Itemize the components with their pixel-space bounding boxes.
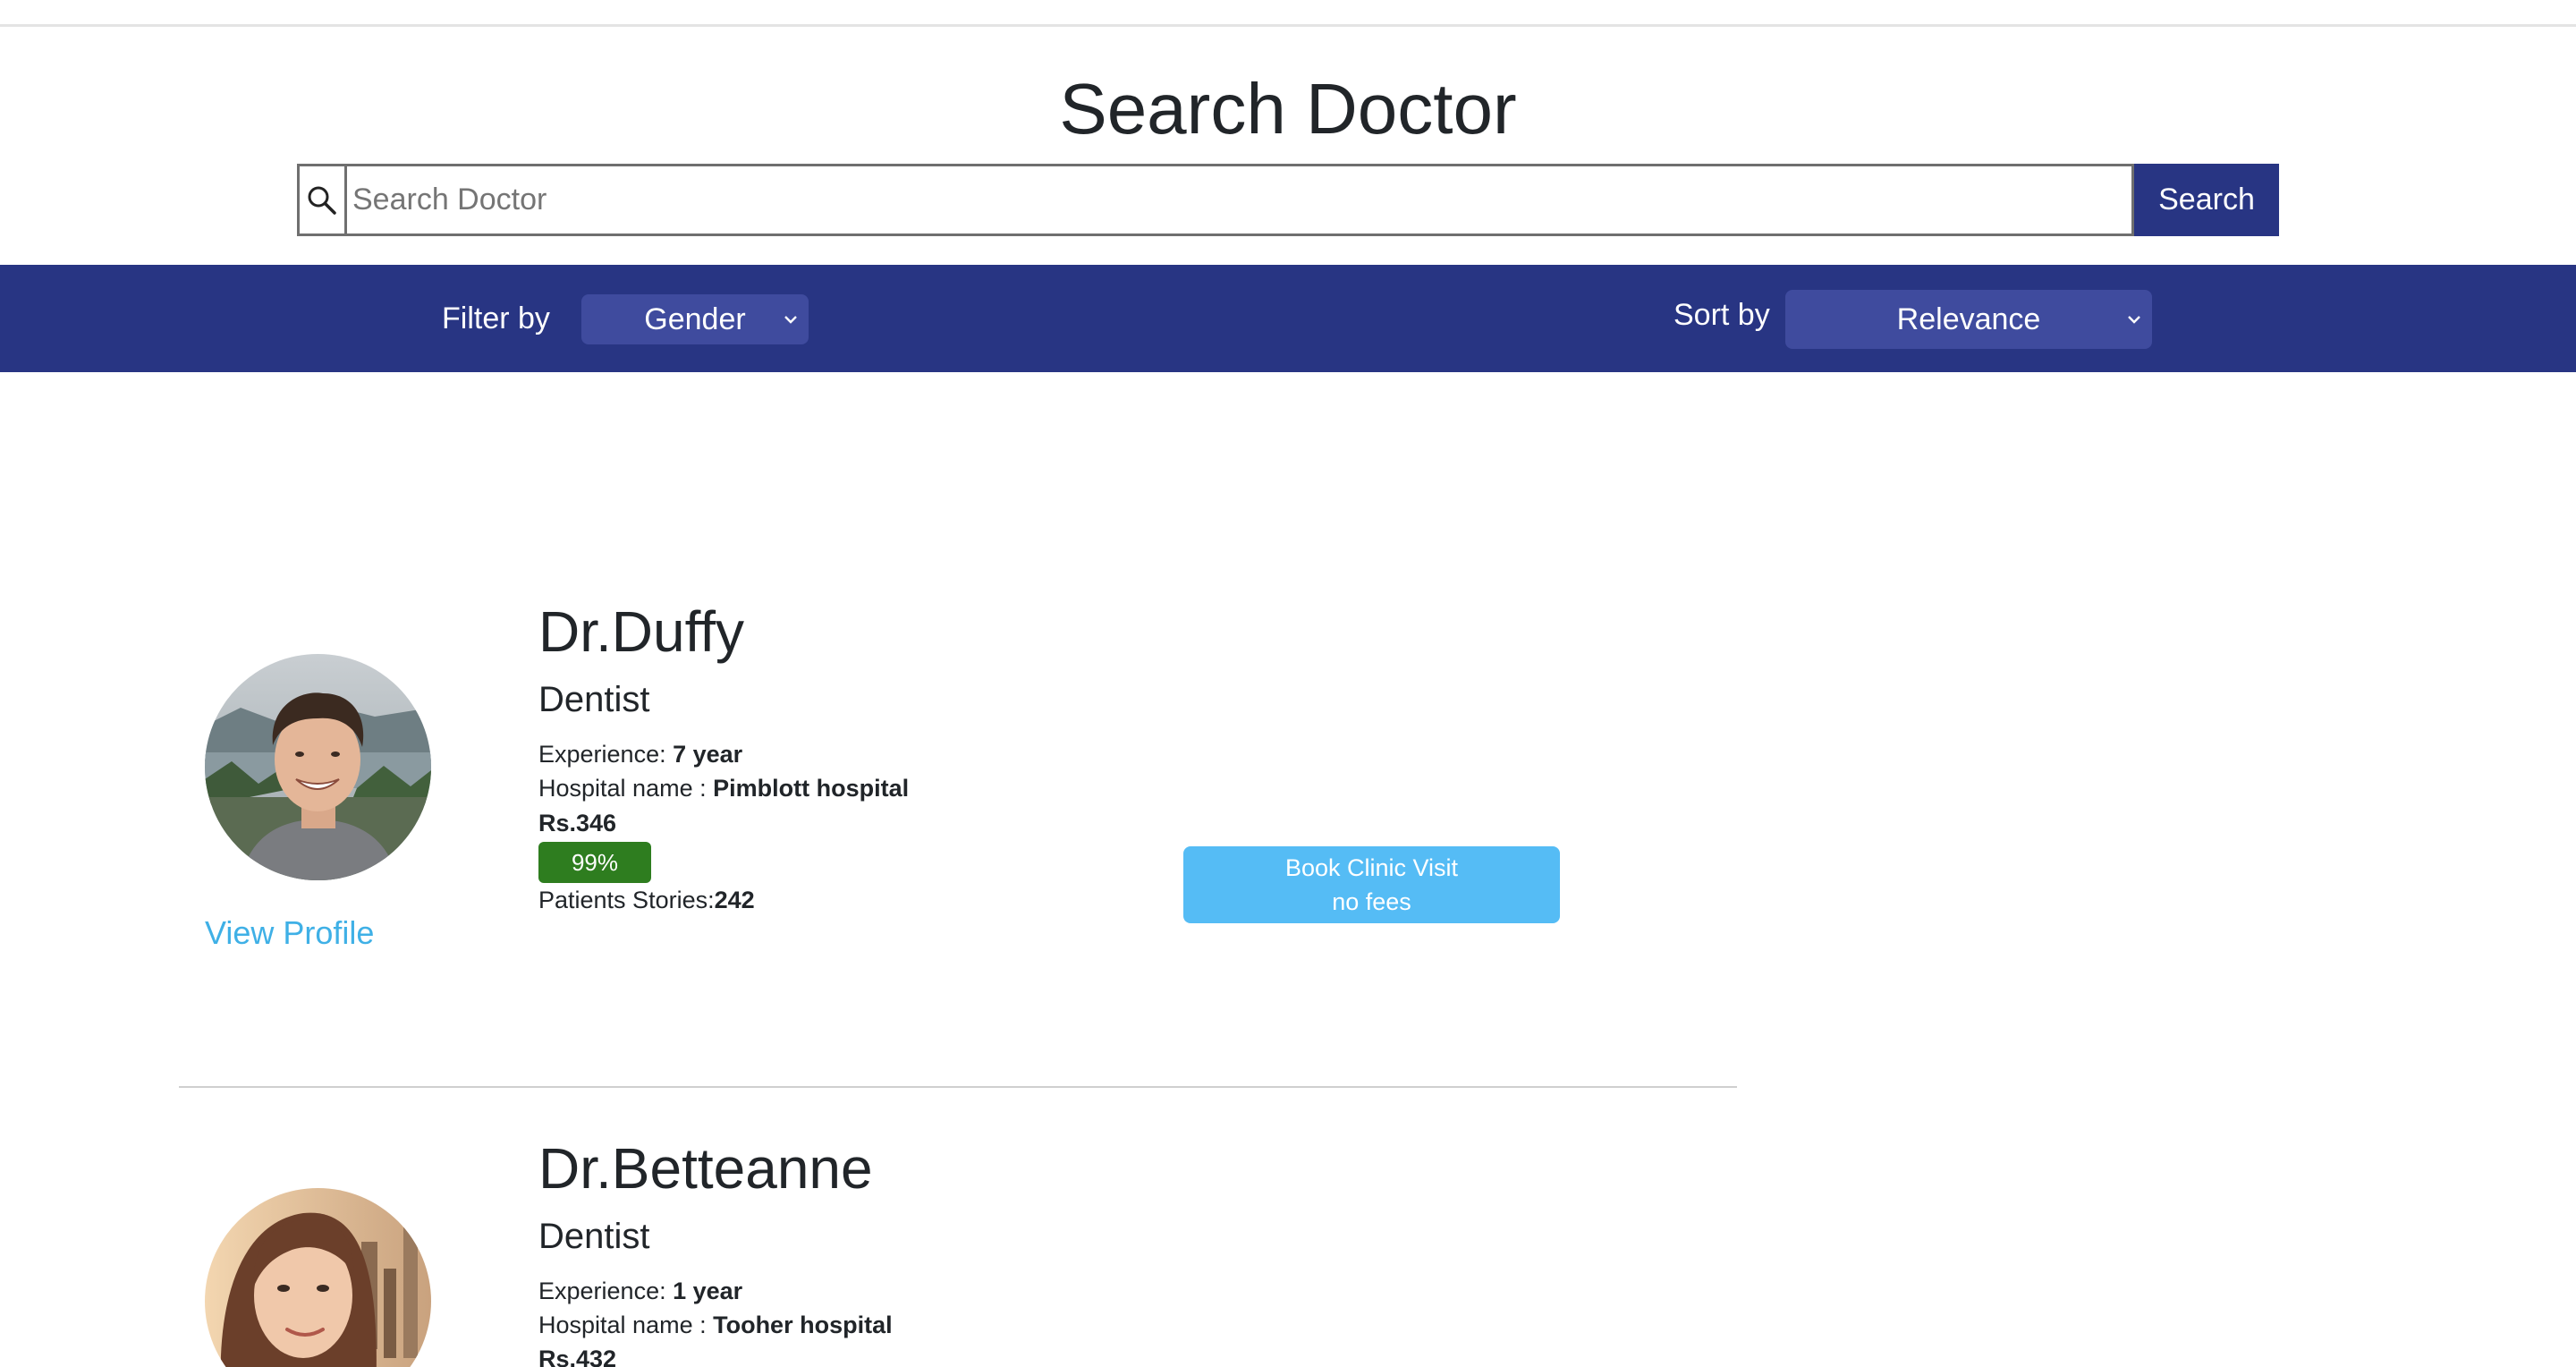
- doctor-avatar: [205, 654, 431, 880]
- hospital-label: Hospital name :: [538, 775, 714, 802]
- doctor-specialty: Dentist: [538, 680, 650, 719]
- gender-select[interactable]: Gender: [581, 294, 809, 344]
- search-button[interactable]: Search: [2134, 164, 2279, 236]
- search-icon: [297, 164, 347, 236]
- hospital-value: Pimblott hospital: [713, 775, 910, 802]
- hospital-label: Hospital name :: [538, 1312, 714, 1338]
- doctor-hospital: Hospital name : Pimblott hospital: [538, 773, 909, 803]
- view-profile-link[interactable]: View Profile: [205, 914, 374, 952]
- filter-label: Filter by: [442, 301, 550, 335]
- hospital-value: Tooher hospital: [713, 1312, 893, 1338]
- sort-select-value: Relevance: [1896, 301, 2041, 336]
- book-clinic-visit-button[interactable]: Book Clinic Visit no fees: [1183, 846, 1560, 923]
- search-input[interactable]: [347, 164, 2134, 236]
- book-button-line2: no fees: [1332, 888, 1411, 915]
- doctor-hospital: Hospital name : Tooher hospital: [538, 1310, 893, 1340]
- stories-value: 242: [714, 887, 755, 913]
- doctor-fee: Rs.432: [538, 1344, 616, 1367]
- gender-select-value: Gender: [644, 301, 746, 336]
- experience-label: Experience:: [538, 1278, 674, 1304]
- card-divider: [179, 1086, 1737, 1088]
- filter-bar: Filter by Gender Sort by Relevance: [0, 265, 2576, 372]
- search-bar: Search: [297, 164, 2279, 236]
- doctor-specialty: Dentist: [538, 1217, 650, 1256]
- stories-label: Patients Stories:: [538, 887, 715, 913]
- patient-stories: Patients Stories:242: [538, 885, 755, 915]
- fee-value: Rs.346: [538, 810, 617, 836]
- doctor-experience: Experience: 7 year: [538, 739, 742, 769]
- sort-label: Sort by: [1674, 298, 1770, 332]
- experience-value: 1 year: [673, 1278, 743, 1304]
- chevron-down-icon: [2128, 316, 2140, 324]
- fee-value: Rs.432: [538, 1346, 617, 1367]
- experience-label: Experience:: [538, 741, 674, 768]
- book-button-line1: Book Clinic Visit: [1284, 854, 1459, 881]
- sort-select[interactable]: Relevance: [1785, 290, 2152, 349]
- chevron-down-icon: [784, 316, 797, 324]
- doctor-avatar: [205, 1188, 431, 1367]
- doctor-name: Dr.Betteanne: [538, 1136, 873, 1201]
- top-rule: [0, 0, 2576, 27]
- doctor-experience: Experience: 1 year: [538, 1276, 742, 1306]
- doctor-name: Dr.Duffy: [538, 599, 744, 664]
- page-title: Search Doctor: [1059, 69, 1517, 149]
- doctor-fee: Rs.346: [538, 808, 616, 838]
- rating-badge: 99%: [538, 842, 651, 883]
- experience-value: 7 year: [673, 741, 743, 768]
